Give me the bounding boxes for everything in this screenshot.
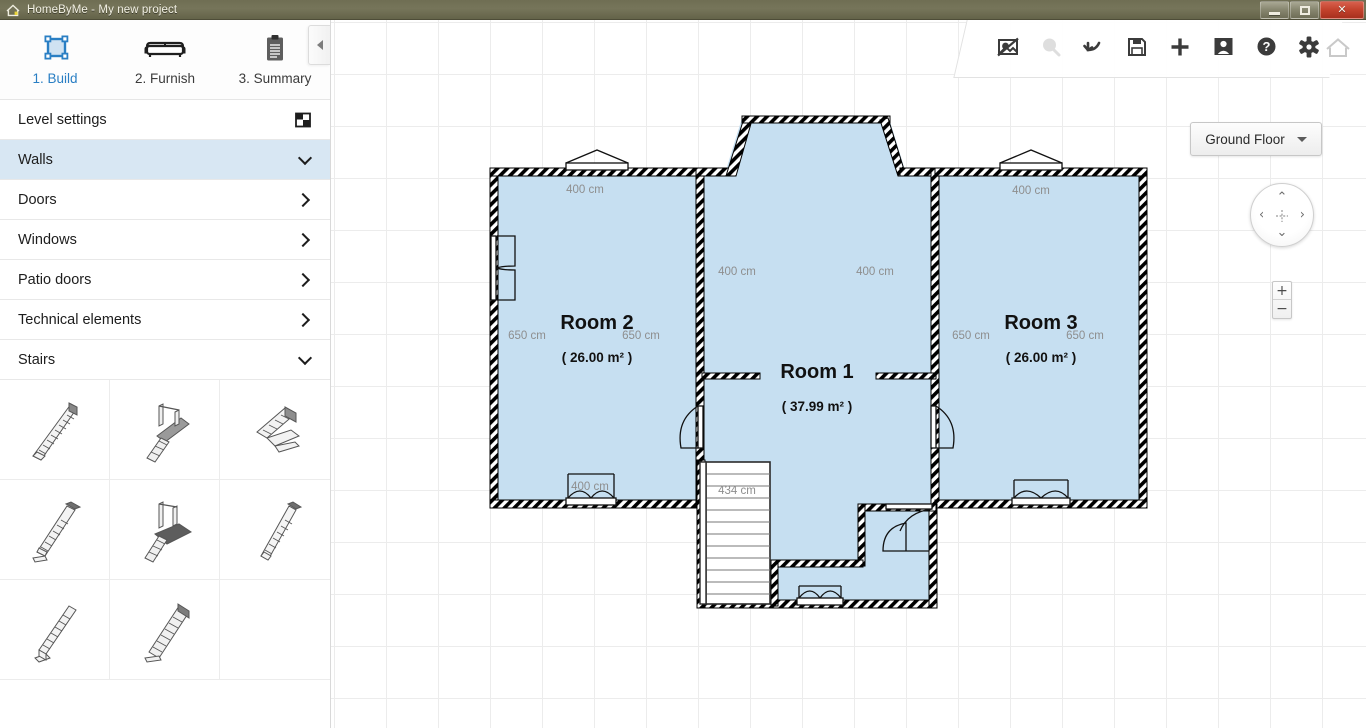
room-area-label: ( 26.00 m² ): [1006, 350, 1077, 365]
stair-thumbnail-empty-slot: [220, 580, 330, 680]
chevron-right-icon: [298, 193, 312, 207]
add-button[interactable]: [1167, 36, 1193, 62]
dimension-label: 650 cm: [952, 330, 990, 342]
minimize-button[interactable]: [1260, 1, 1289, 19]
floor-selector[interactable]: Ground Floor: [1190, 122, 1322, 156]
sidebar-item-patio-doors[interactable]: Patio doors: [0, 260, 330, 300]
sofa-icon: [143, 34, 187, 64]
user-avatar-icon: [1213, 36, 1234, 62]
floorplan-canvas[interactable]: 400 cm 400 cm 400 cm 400 cm 650 cm 650 cm 650 …: [331, 20, 1366, 728]
chevron-right-icon: [298, 233, 312, 247]
stair-thumbnail-7[interactable]: [0, 580, 110, 680]
zoom-controls: + −: [1272, 281, 1292, 319]
stair-thumbnail-5[interactable]: [110, 480, 220, 580]
sidebar-item-technical-elements[interactable]: Technical elements: [0, 300, 330, 340]
sidebar-item-label: Walls: [18, 151, 53, 168]
magnifier-icon: [1040, 35, 1062, 62]
sidebar-item-label: Level settings: [18, 111, 107, 128]
sidebar-item-label: Windows: [18, 231, 77, 248]
chevron-down-icon: [298, 353, 312, 367]
sidebar-item-windows[interactable]: Windows: [0, 220, 330, 260]
dimension-label: 434 cm: [718, 485, 756, 497]
window-controls: ✕: [1260, 1, 1364, 19]
stair-thumbnail-3[interactable]: [220, 380, 330, 480]
account-button[interactable]: [1210, 36, 1236, 62]
sidebar-item-walls[interactable]: Walls: [0, 140, 330, 180]
sidebar-item-level-settings[interactable]: Level settings: [0, 100, 330, 140]
step-tabs: 1. Build 2. Furnish 3. Summary: [0, 20, 330, 100]
clipboard-icon: [262, 34, 288, 64]
sidebar-item-stairs[interactable]: Stairs: [0, 340, 330, 380]
canvas-toolbar: ?: [953, 20, 1343, 78]
undo-icon: [1083, 36, 1105, 61]
zoom-out-button[interactable]: −: [1273, 300, 1291, 318]
sidebar-item-label: Stairs: [18, 351, 56, 368]
staircase-element: [699, 461, 771, 605]
zoom-in-button[interactable]: +: [1273, 282, 1291, 300]
chevron-left-icon: [316, 40, 323, 50]
close-button[interactable]: ✕: [1320, 1, 1364, 19]
caret-down-icon: [1296, 136, 1307, 142]
gear-icon: [1298, 35, 1320, 62]
room-name-label[interactable]: Room 3: [1004, 312, 1077, 334]
undo-button[interactable]: [1081, 36, 1107, 62]
tab-build[interactable]: 1. Build: [0, 34, 110, 86]
stair-thumbnail-1[interactable]: [0, 380, 110, 480]
chevron-right-icon: [298, 273, 312, 287]
room-area-label: ( 26.00 m² ): [562, 350, 633, 365]
question-mark-icon: ?: [1256, 36, 1277, 62]
hide-background-image-button[interactable]: [995, 36, 1021, 62]
floor-selector-value: Ground Floor: [1205, 131, 1285, 147]
stair-thumbnail-4[interactable]: [0, 480, 110, 580]
level-settings-icon[interactable]: [294, 111, 312, 129]
plus-icon: [1169, 35, 1191, 62]
sidebar-item-label: Patio doors: [18, 271, 92, 288]
pan-navigation-wheel[interactable]: ⌃ ⌄ ‹ ›: [1250, 183, 1314, 247]
image-off-icon: [997, 36, 1019, 61]
restore-button[interactable]: [1290, 1, 1319, 19]
square-handles-icon: [40, 34, 70, 64]
dimension-label: 400 cm: [718, 266, 756, 278]
floppy-disk-icon: [1127, 36, 1147, 61]
svg-text:?: ?: [1262, 39, 1270, 54]
dimension-label: 400 cm: [566, 184, 604, 196]
settings-button[interactable]: [1296, 35, 1322, 62]
tab-summary-label: 3. Summary: [238, 71, 312, 86]
sidebar-item-label: Doors: [18, 191, 57, 208]
sidebar-collapse-button[interactable]: [308, 25, 330, 65]
pan-down-button[interactable]: ⌄: [1277, 226, 1288, 239]
chevron-right-icon: [298, 313, 312, 327]
dimension-label: 400 cm: [1012, 185, 1050, 197]
sidebar-item-doors[interactable]: Doors: [0, 180, 330, 220]
dimension-label: 650 cm: [508, 330, 546, 342]
chevron-down-icon: [298, 153, 312, 167]
pan-up-button[interactable]: ⌃: [1277, 191, 1288, 204]
stair-thumbnail-2[interactable]: [110, 380, 220, 480]
sidebar-item-label: Technical elements: [18, 311, 142, 328]
pan-center-icon[interactable]: [1276, 209, 1288, 222]
tab-furnish-label: 2. Furnish: [134, 71, 196, 86]
stair-thumbnail-8[interactable]: [110, 580, 220, 680]
pan-left-button[interactable]: ‹: [1259, 209, 1264, 222]
measure-tool-button[interactable]: [1038, 36, 1064, 62]
stair-thumbnail-6[interactable]: [220, 480, 330, 580]
home-outline-icon: [1324, 35, 1352, 66]
save-button[interactable]: [1124, 36, 1150, 62]
tab-build-label: 1. Build: [32, 71, 78, 86]
pan-right-button[interactable]: ›: [1300, 209, 1305, 222]
tab-furnish[interactable]: 2. Furnish: [110, 34, 220, 86]
dimension-label: 400 cm: [856, 266, 894, 278]
dimension-label: 400 cm: [571, 481, 609, 493]
room-area-label: ( 37.99 m² ): [782, 399, 853, 414]
help-button[interactable]: ?: [1253, 36, 1279, 62]
room-name-label[interactable]: Room 2: [560, 312, 633, 334]
title-bar: HomeByMe - My new project ✕: [0, 0, 1366, 20]
window-title: HomeByMe - My new project: [27, 3, 178, 16]
stairs-thumbnail-grid: [0, 380, 330, 680]
left-sidebar: 1. Build 2. Furnish 3. Summary Level set…: [0, 20, 331, 728]
home-button[interactable]: [1324, 36, 1352, 64]
app-house-icon: [5, 2, 21, 18]
room-name-label[interactable]: Room 1: [780, 361, 853, 383]
